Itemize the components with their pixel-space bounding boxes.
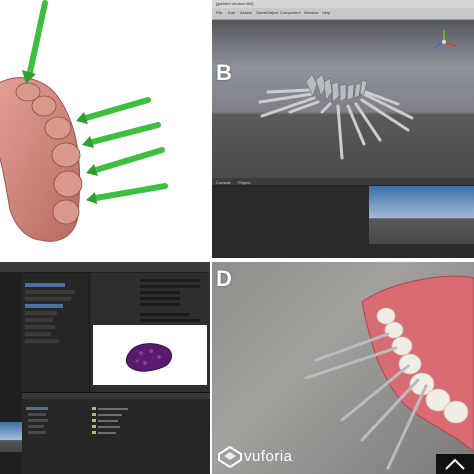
- pins-group: [258, 88, 414, 160]
- panel-letter-b: B: [216, 60, 232, 85]
- panel-letter-d: D: [216, 266, 232, 291]
- file-label: [98, 426, 120, 428]
- menu-assets[interactable]: Assets: [240, 10, 252, 15]
- window-title: [garbled window title]: [216, 1, 254, 6]
- folder-icon[interactable]: [92, 407, 96, 410]
- inspector-field[interactable]: [140, 279, 200, 282]
- hierarchy-row[interactable]: [25, 304, 63, 308]
- hierarchy-row[interactable]: [25, 290, 75, 294]
- scene-teeth-pins: [258, 30, 457, 160]
- file-label: [98, 414, 122, 416]
- mesh-preview: [93, 325, 207, 385]
- file-label: [98, 432, 116, 434]
- unity-toolbar-c: [0, 262, 210, 273]
- expand-icon[interactable]: [436, 454, 474, 474]
- panel-d-vuforia-ar: D vuforia: [212, 262, 474, 474]
- inspector-field[interactable]: [140, 319, 200, 322]
- tree-row[interactable]: [28, 413, 46, 416]
- purple-mesh: [125, 343, 172, 372]
- window-menubar: [garbled window title]: [212, 0, 474, 8]
- folder-icon[interactable]: [92, 425, 96, 428]
- ar-dental-scene: [304, 275, 474, 470]
- menu-edit[interactable]: Edit: [228, 10, 235, 15]
- panel-b-unity-editor: [garbled window title] File Edit Assets …: [212, 0, 474, 258]
- tab-console[interactable]: Console: [216, 180, 231, 185]
- panel-c-unity-inspector: [0, 262, 210, 474]
- hierarchy-row[interactable]: [25, 318, 53, 322]
- game-view-preview[interactable]: [369, 186, 474, 244]
- tree-row[interactable]: [26, 407, 48, 410]
- folder-icon[interactable]: [92, 431, 96, 434]
- menu-window[interactable]: Window: [304, 10, 318, 15]
- file-label: [98, 420, 118, 422]
- inspector-field[interactable]: [140, 297, 180, 300]
- menu-file[interactable]: File: [216, 10, 222, 15]
- vuforia-logo-icon: [218, 446, 242, 468]
- inspector-field[interactable]: [140, 303, 180, 306]
- panel-a-dental-model: [0, 0, 210, 258]
- inspector-field[interactable]: [140, 313, 190, 316]
- dental-arch-illustration: [0, 0, 168, 242]
- menu-component[interactable]: Component: [280, 10, 301, 15]
- tree-row[interactable]: [28, 431, 46, 434]
- inspector-field[interactable]: [140, 285, 200, 288]
- scene-view[interactable]: [212, 20, 474, 178]
- file-label: [98, 408, 128, 410]
- tree-row[interactable]: [28, 425, 44, 428]
- project-panel[interactable]: [22, 392, 210, 474]
- hierarchy-row[interactable]: [25, 283, 65, 287]
- hierarchy-row[interactable]: [25, 339, 59, 343]
- project-tab[interactable]: [22, 393, 210, 399]
- hierarchy-row[interactable]: [25, 325, 55, 329]
- inspector-field[interactable]: [140, 291, 180, 294]
- hierarchy-row[interactable]: [25, 332, 51, 336]
- tree-row[interactable]: [28, 419, 48, 422]
- unity-axis-gizmo-icon[interactable]: [433, 30, 457, 49]
- hierarchy-row[interactable]: [25, 311, 57, 315]
- hierarchy-row[interactable]: [25, 297, 71, 301]
- folder-icon[interactable]: [92, 419, 96, 422]
- menu-gameobject[interactable]: GameObject: [256, 10, 278, 15]
- bottom-tabs: Console Project: [212, 178, 474, 186]
- vuforia-brand-text: vuforia: [244, 448, 293, 465]
- tab-project[interactable]: Project: [238, 180, 250, 185]
- hierarchy-panel[interactable]: [22, 273, 90, 393]
- menu-help[interactable]: Help: [322, 10, 330, 15]
- unity-toolbar: File Edit Assets GameObject Component Wi…: [212, 8, 474, 20]
- game-view-thumbnail[interactable]: [0, 422, 22, 452]
- folder-icon[interactable]: [92, 413, 96, 416]
